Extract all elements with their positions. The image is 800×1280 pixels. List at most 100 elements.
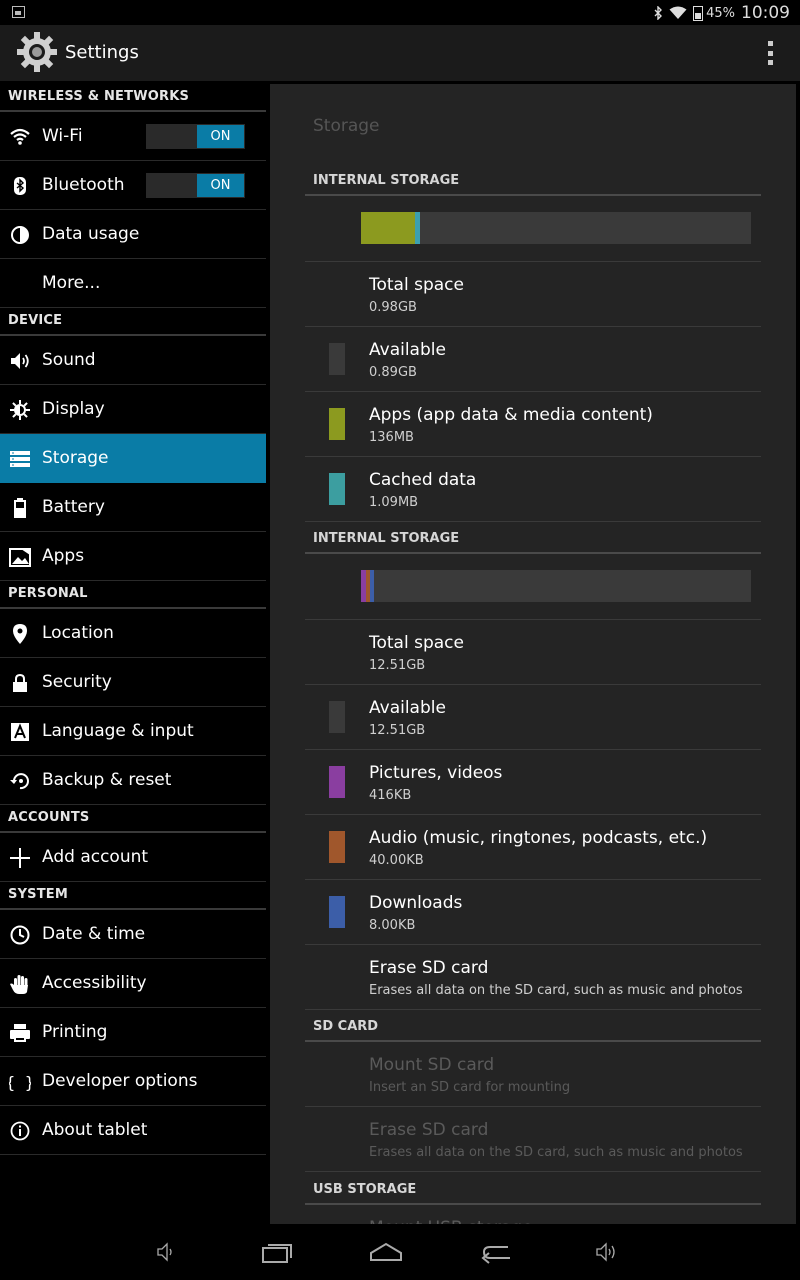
location-icon xyxy=(9,623,31,645)
home-icon[interactable] xyxy=(368,1238,404,1266)
sidebar-item-date-time[interactable]: Date & time xyxy=(0,910,266,959)
section-header: INTERNAL STORAGE xyxy=(305,516,761,554)
sidebar-item-language-input[interactable]: Language & input xyxy=(0,707,266,756)
sidebar-item-sound[interactable]: Sound xyxy=(0,336,266,385)
row-title: Audio (music, ringtones, podcasts, etc.) xyxy=(369,828,708,848)
row-title: Total space xyxy=(369,275,464,295)
sidebar-item-label: More... xyxy=(42,273,101,293)
back-icon[interactable] xyxy=(480,1238,514,1266)
usage-bar-segment xyxy=(361,212,415,244)
sidebar-item-developer-options[interactable]: { } Developer options xyxy=(0,1057,266,1106)
battery-status-icon xyxy=(693,5,704,21)
sidebar-item-apps[interactable]: Apps xyxy=(0,532,266,581)
sidebar-item-accessibility[interactable]: Accessibility xyxy=(0,959,266,1008)
storage-pane: Storage INTERNAL STORAGE Total space 0.98G… xyxy=(270,84,796,1224)
sidebar-item-display[interactable]: Display xyxy=(0,385,266,434)
color-swatch xyxy=(329,831,345,863)
backup-icon xyxy=(9,770,31,792)
volume-down-icon[interactable] xyxy=(150,1238,180,1266)
row-title: Pictures, videos xyxy=(369,763,503,783)
bluetooth-status-icon xyxy=(654,6,663,20)
storage-row-erase-sd-card[interactable]: Erase SD card Erases all data on the SD c… xyxy=(305,945,761,1010)
section-header: USB STORAGE xyxy=(305,1167,761,1205)
sidebar-item-label: Bluetooth xyxy=(42,175,125,195)
action-bar: Settings xyxy=(0,25,800,81)
storage-icon xyxy=(9,448,31,470)
sidebar-item-about-tablet[interactable]: About tablet xyxy=(0,1106,266,1155)
row-title: Erase SD card xyxy=(369,1120,489,1140)
usage-bar-segment xyxy=(414,212,421,244)
sidebar-item-label: Storage xyxy=(42,448,109,468)
nav-section-header: WIRELESS & NETWORKS xyxy=(0,84,266,112)
page-title: Settings xyxy=(65,42,139,63)
sidebar-item-label: Security xyxy=(42,672,112,692)
display-icon xyxy=(9,399,31,421)
wifi-icon xyxy=(9,126,31,148)
storage-row-cached-data[interactable]: Cached data 1.09MB xyxy=(305,457,761,522)
sidebar-item-label: Add account xyxy=(42,847,149,867)
sidebar-item-storage[interactable]: Storage xyxy=(0,434,266,483)
sidebar-item-add-account[interactable]: Add account xyxy=(0,833,266,882)
sidebar-item-label: Wi-Fi xyxy=(42,126,83,146)
sidebar-item-label: Developer options xyxy=(42,1071,198,1091)
nav-section-header: SYSTEM xyxy=(0,882,266,910)
volume-up-icon[interactable] xyxy=(592,1238,622,1266)
screenshot-notification-icon xyxy=(12,6,25,18)
nav-section-header: PERSONAL xyxy=(0,581,266,609)
storage-row-apps-app-data-media-content[interactable]: Apps (app data & media content) 136MB xyxy=(305,392,761,457)
bluetooth-icon xyxy=(9,175,31,197)
braces-icon: { } xyxy=(6,1071,35,1093)
row-title: Downloads xyxy=(369,893,463,913)
sidebar-item-label: Printing xyxy=(42,1022,108,1042)
overflow-menu-icon[interactable] xyxy=(766,41,774,65)
storage-row-total-space[interactable]: Total space 0.98GB xyxy=(305,262,761,327)
storage-row-mount-sd-card[interactable]: Mount SD card Insert an SD card for mount… xyxy=(305,1042,761,1107)
recent-apps-icon[interactable] xyxy=(260,1238,294,1266)
sidebar-item-label: Location xyxy=(42,623,114,643)
color-swatch xyxy=(329,343,345,375)
storage-row-mount-usb-storage[interactable]: Mount USB storage xyxy=(305,1205,761,1224)
bluetooth-toggle[interactable]: ON xyxy=(146,173,245,198)
battery-icon xyxy=(9,497,31,519)
row-summary: Erases all data on the SD card, such as … xyxy=(369,983,743,998)
storage-row-downloads[interactable]: Downloads 8.00KB xyxy=(305,880,761,945)
apps-icon xyxy=(9,546,31,568)
row-summary: Erases all data on the SD card, such as … xyxy=(369,1145,743,1160)
settings-gear-icon[interactable] xyxy=(14,29,60,75)
storage-row-total-space[interactable]: Total space 12.51GB xyxy=(305,620,761,685)
lock-icon xyxy=(9,672,31,694)
usage-bar-row xyxy=(305,554,761,620)
section-header: INTERNAL STORAGE xyxy=(305,158,761,196)
storage-row-erase-sd-card[interactable]: Erase SD card Erases all data on the SD c… xyxy=(305,1107,761,1172)
sidebar-item-security[interactable]: Security xyxy=(0,658,266,707)
sidebar-item-printing[interactable]: Printing xyxy=(0,1008,266,1057)
battery-percent: 45% xyxy=(706,5,735,21)
sidebar-item-label: Backup & reset xyxy=(42,770,172,790)
sidebar-item-bluetooth[interactable]: Bluetooth ON xyxy=(0,161,266,210)
sidebar-item-location[interactable]: Location xyxy=(0,609,266,658)
row-title: Available xyxy=(369,698,446,718)
sidebar-item-label: Apps xyxy=(42,546,85,566)
sidebar-item-data-usage[interactable]: Data usage xyxy=(0,210,266,259)
sidebar-item-label: Data usage xyxy=(42,224,140,244)
sidebar-item-backup-reset[interactable]: Backup & reset xyxy=(0,756,266,805)
storage-row-audio-music-ringtones-podcasts-etc[interactable]: Audio (music, ringtones, podcasts, etc.)… xyxy=(305,815,761,880)
language-icon xyxy=(9,721,31,743)
row-summary: 0.98GB xyxy=(369,300,417,315)
storage-row-pictures-videos[interactable]: Pictures, videos 416KB xyxy=(305,750,761,815)
section-header: SD CARD xyxy=(305,1004,761,1042)
row-title: Apps (app data & media content) xyxy=(369,405,653,425)
system-nav-bar xyxy=(0,1224,800,1280)
sidebar-item-label: Display xyxy=(42,399,105,419)
sidebar-item-more[interactable]: More... xyxy=(0,259,266,308)
clock: 10:09 xyxy=(741,3,790,23)
sidebar-item-wi-fi[interactable]: Wi-Fi ON xyxy=(0,112,266,161)
storage-row-available[interactable]: Available 12.51GB xyxy=(305,685,761,750)
color-swatch xyxy=(329,473,345,505)
sidebar-item-label: Language & input xyxy=(42,721,194,741)
data-usage-icon xyxy=(9,224,31,246)
storage-row-available[interactable]: Available 0.89GB xyxy=(305,327,761,392)
wi-fi-toggle[interactable]: ON xyxy=(146,124,245,149)
sidebar-item-battery[interactable]: Battery xyxy=(0,483,266,532)
row-title: Total space xyxy=(369,633,464,653)
